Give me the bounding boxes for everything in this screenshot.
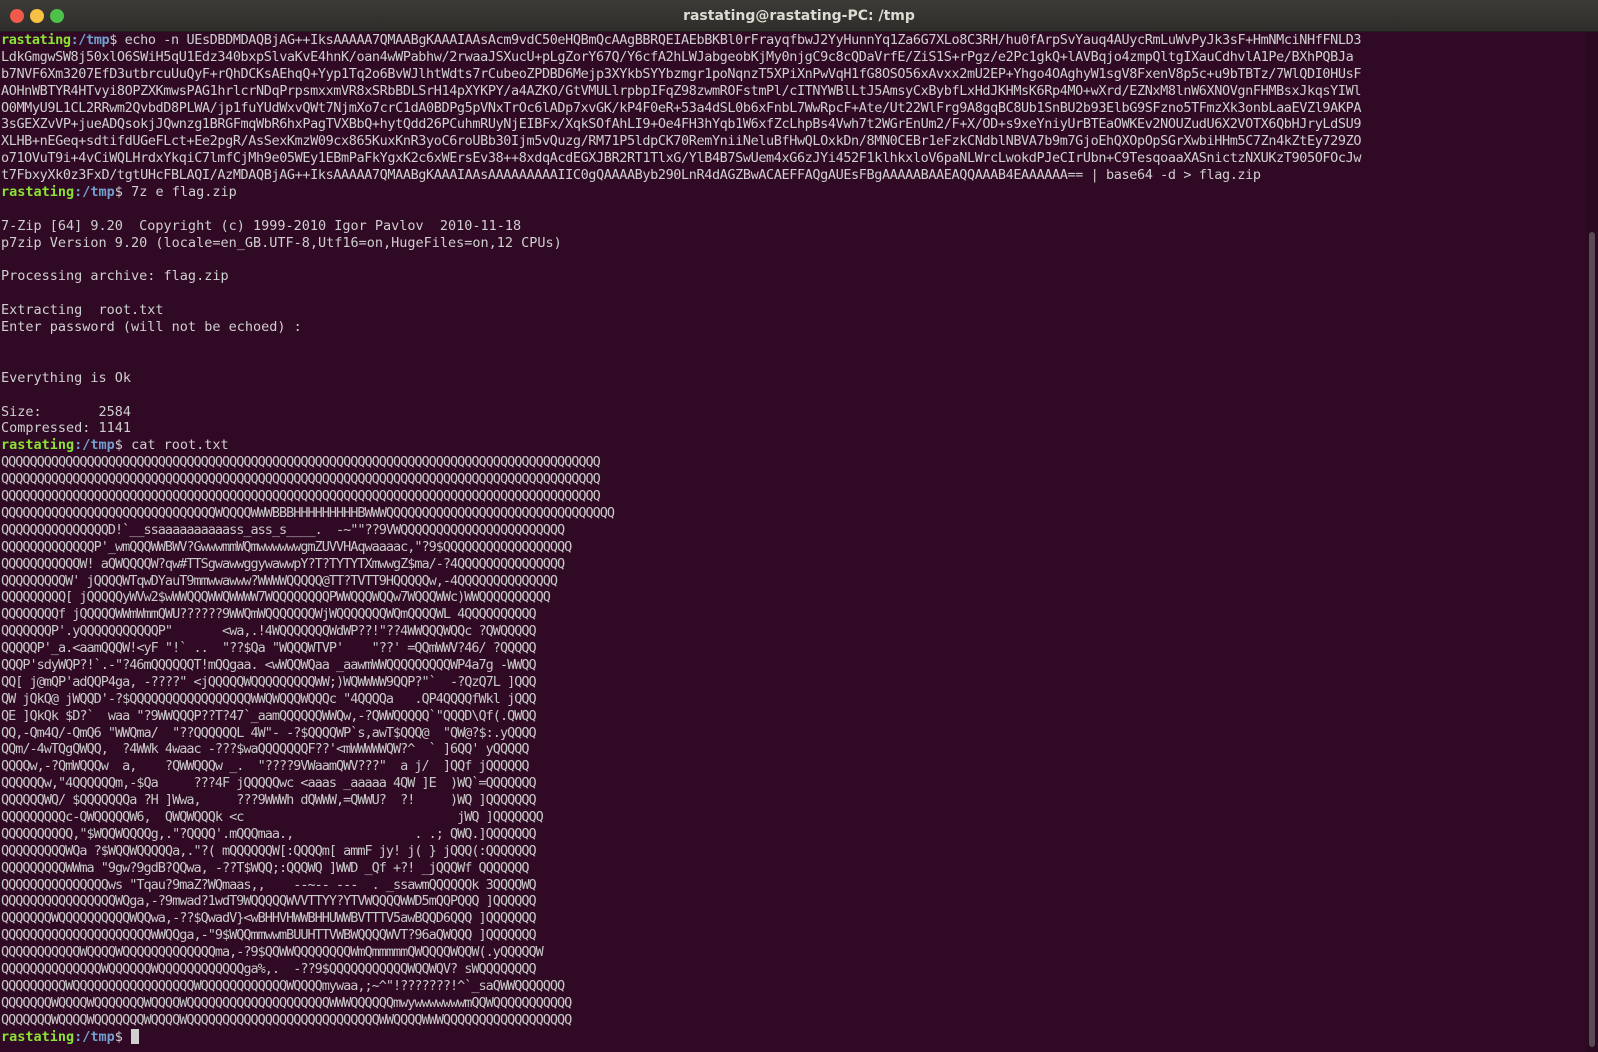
ascii-art-line: QQQQQQw,"4QQQQQQm,-$Qa ???4F jQQQQQwc <a… [1, 775, 537, 792]
output-line: o71OVuT9i+4vCiWQLHrdxYkqiC7lmfCjMh9e05WE… [1, 150, 1362, 167]
prompt-path: :/tmp [70, 32, 110, 48]
scrollbar-thumb[interactable] [1589, 232, 1595, 1047]
prompt-user: rastating [1, 1028, 75, 1045]
prompt-line-echo: rastating:/tmp$ echo -n UEsDBDMDAQBjAG++… [1, 32, 1586, 49]
text-cursor [131, 1028, 140, 1044]
ascii-art-line: QQQQQQQQQW' jQQQQWTqwDYauT9mmwwawww?WWWW… [1, 572, 558, 589]
scrollbar[interactable] [1586, 32, 1598, 1052]
output-line: XLHB+nEGeq+sdtifdUGeFLct+Ee2pgR/AsSexKmz… [1, 133, 1362, 150]
prompt-symbol: $ [114, 437, 123, 454]
ascii-art-line: QQQP'sdyWQP?!`.-"?46mQQQQQQT!mQQgaa. <wW… [1, 656, 537, 673]
output-line: p7zip Version 9.20 (locale=en_GB.UTF-8,U… [1, 234, 562, 251]
output-line: Extracting root.txt [1, 302, 164, 319]
prompt-symbol: $ [109, 32, 117, 48]
command-text: echo -n UEsDBDMDAQBjAG++IksAAAAA7QMAABgK… [116, 32, 1362, 48]
output-line: t7FbxyXk0z3FxD/tgtUHcFBLAQI/AzMDAQBjAG++… [1, 167, 1261, 184]
ascii-art-line: QQQQQQQQQQQQQQQD!`__ssaaaaaaaaaass_ass_s… [1, 521, 565, 538]
terminal-window: rastating@rastating-PC: /tmp rastating:/… [0, 0, 1598, 1052]
ascii-art-line: QQQQQQQP'.yQQQQQQQQQQQP" <wa,.!4WQQQQQQQ… [1, 623, 537, 640]
echo-command-wrapped-lines: LdkGmgwSW8j50xlO6SWiH5qU1Edz340bxpSlvaKv… [1, 49, 1586, 184]
prompt-path: :/tmp [74, 184, 115, 201]
ascii-art-line: QQQQQQQQQQQQQQQQQQQQQQQQQQQQQQWQQQQWWWBB… [1, 504, 615, 521]
prompt-symbol: $ [114, 1028, 123, 1045]
command-text: cat root.txt [122, 437, 229, 454]
prompt-user: rastating [1, 184, 75, 201]
ascii-art-line: QQQQQQQWQQQQQQQQQQWQQwa,-??$QwadV}<wBHHV… [1, 910, 537, 927]
ascii-art-line: QQQQw,-?QmWQQQw a, ?QWWQQQw _. "????9VWa… [1, 758, 529, 775]
output-line: O0MMyU9L1CL2RRwm2QvbdD8PLWA/jp1fuYUdWxvQ… [1, 99, 1362, 116]
prompt-user: rastating [1, 437, 75, 454]
prompt-line-current[interactable]: rastating:/tmp$ [1, 1028, 1586, 1046]
prompt-symbol: $ [114, 184, 123, 201]
output-line: Size: 2584 [1, 403, 132, 420]
prompt-path: :/tmp [74, 437, 115, 454]
ascii-art-line: QQ[ j@mQP'adQQP4ga, -????" <jQQQQQWQQQQQ… [1, 673, 537, 690]
ascii-art-line: QQQQQQQQQQQQQQQQQQQQQQQQQQQQQQQQQQQQQQQQ… [1, 454, 601, 471]
ascii-art-line: QQ,-Qm4Q/-QmQ6 "WWQma/ "??QQQQQQL 4W"- -… [1, 724, 537, 741]
title-bar: rastating@rastating-PC: /tmp [0, 0, 1598, 32]
output-line: AOHnWBTYR4HTvyi8OPZXKmwsPAG1hrlcrNDqPrps… [1, 82, 1362, 99]
ascii-art-line: QQQQQQQWQQQQWQQQQQQQWQQQQWQQQQQQQQQQQQQQ… [1, 1011, 572, 1028]
ascii-art-line: QQQQQQQQQQQQQQQQQQQQQQQQQQQQQQQQQQQQQQQQ… [1, 488, 601, 505]
ascii-art-line: QQQQQQQQQQQQQQQQQQQQQQQQQQQQQQQQQQQQQQQQ… [1, 471, 601, 488]
ascii-art-line: QQQQQQQQQWQa ?$WQQWQQQQQa,."?( mQQQQQQW[… [1, 842, 537, 859]
ascii-art-line: QQQQQQWQ/ $QQQQQQQa ?H ]Wwa, ???9WWWh dQ… [1, 792, 537, 809]
output-line: 3sGEXZvVP+jueADQsokjJQwnzg1BRGFmqWbR6hxP… [1, 116, 1362, 133]
ascii-art-line: QQQQQQQWQQQQWQQQQQQQWQQQQWQQQQQQQQQQQQQQ… [1, 994, 572, 1011]
ascii-art-line: QE ]QkQk $D?` waa "?9WWQQQP??T?47`_aamQQ… [1, 707, 537, 724]
terminal-output[interactable]: rastating:/tmp$ echo -n UEsDBDMDAQBjAG++… [0, 32, 1586, 1052]
ascii-art-line: QQQQQQQQQ[ jQQQQQyWVw2$wWWQQQWWQWWWW7WQQ… [1, 589, 551, 606]
ascii-art-line: QQQQQP'_a.<aamQQQW!<yF "!` .. "??$Qa "WQ… [1, 640, 537, 657]
command-text: 7z e flag.zip [122, 184, 237, 201]
ascii-art-line: QQQQQQQQQWQQQQQQQQQQQQQQQQQWQQQQQQQQQQQQ… [1, 977, 565, 994]
ascii-art-line: QQQQQQQQQQQWQQQQWQQQQQQQQQQQQQma,-?9$QQW… [1, 944, 544, 961]
ascii-art-line: QQQQQQQQQQQQQQQQQQQQQWWQQga,-"9$WQQmmwwm… [1, 927, 537, 944]
window-title: rastating@rastating-PC: /tmp [683, 8, 915, 24]
output-line: Processing archive: flag.zip [1, 268, 229, 285]
ascii-art-line: QQQQQQQQQWWma "9gw?9gdB?QQwa, -??T$WQQ;:… [1, 859, 529, 876]
ascii-art-line: QQQQQQQQf jQQQQQWWmWmmQWU??????9WWQmWQQQ… [1, 606, 537, 623]
ascii-art-line: QQQQQQQQQQ,"$WQQWQQQQg,."?QQQQ'.mQQQmaa.… [1, 825, 537, 842]
7z-output: 7-Zip [64] 9.20 Copyright (c) 1999-2010 … [1, 201, 1586, 437]
output-line: 7-Zip [64] 9.20 Copyright (c) 1999-2010 … [1, 217, 522, 234]
output-line: Everything is Ok [1, 369, 132, 386]
ascii-art-line: QQm/-4wTQgQWQQ, ?4WWk 4waac -???$waQQQQQ… [1, 741, 529, 758]
output-line: LdkGmgwSW8j50xlO6SWiH5qU1Edz340bxpSlvaKv… [1, 48, 1354, 65]
ascii-art-line: QW jQkQ@ jWQQD'-?$QQQQQQQQQQQQQQQQQWWQWQ… [1, 690, 537, 707]
ascii-art-line: QQQQQQQQQc-QWQQQQQW6, QWQWQQQk <c jWQ ]Q… [1, 808, 544, 825]
ascii-art-line: QQQQQQQQQQQQQQWQQQQQQWQQQQQQQQQQQQga%,. … [1, 960, 537, 977]
ascii-art-line: QQQQQQQQQQQQQQQws "Tqau?9maZ?WQmaas,, --… [1, 876, 537, 893]
prompt-line-cat: rastating:/tmp$ cat root.txt [1, 437, 1586, 454]
prompt-path: :/tmp [74, 1028, 115, 1045]
ascii-art-line: QQQQQQQQQQQQQP'_wmQQQWWBWV?GwwwmmWQmwwww… [1, 538, 572, 555]
output-line: Compressed: 1141 [1, 420, 132, 437]
ascii-art-line: QQQQQQQQQQQW! aQWQQQQW?qw#TTSgwawwggywaw… [1, 555, 565, 572]
ascii-art-line: QQQQQQQQQQQQQQQQWQga,-?9mwad?1wdT9WQQQQQ… [1, 893, 537, 910]
prompt-user: rastating [1, 32, 71, 48]
prompt-line-7z: rastating:/tmp$ 7z e flag.zip [1, 184, 1586, 201]
output-line: Enter password (will not be echoed) : [1, 319, 302, 336]
output-line: b7NVF6Xm3207EfD3utbrcuUuQyF+rQhDCKsAEhqQ… [1, 65, 1362, 82]
root-txt-ascii-art: QQQQQQQQQQQQQQQQQQQQQQQQQQQQQQQQQQQQQQQQ… [1, 454, 1586, 1028]
